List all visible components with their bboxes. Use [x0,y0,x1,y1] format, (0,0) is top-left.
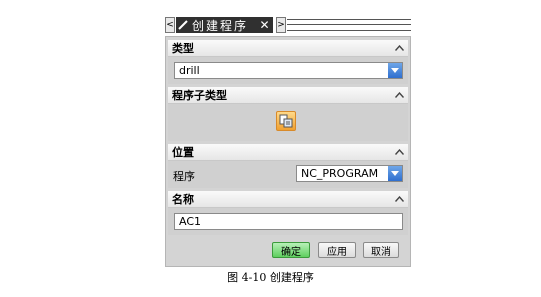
name-section-title: 名称 [172,193,194,206]
name-section-header[interactable]: 名称 [168,191,408,208]
chevron-down-icon[interactable] [388,63,402,78]
titlebar-grip [287,19,411,31]
dialog-button-row: 确定 应用 取消 [166,242,410,258]
ok-button[interactable]: 确定 [272,242,310,258]
type-select-value: drill [179,64,200,77]
program-select-value: NC_PROGRAM [301,167,379,180]
subtype-section-body [168,104,408,141]
location-section-body: 程序 NC_PROGRAM [168,161,408,188]
figure-caption: 图 4-10 创建程序 [227,271,314,284]
program-select[interactable]: NC_PROGRAM [296,165,403,182]
apply-button[interactable]: 应用 [318,242,356,258]
close-icon: ✕ [259,18,270,32]
prev-arrow-icon: < [166,19,174,30]
location-section-title: 位置 [172,146,194,159]
program-label: 程序 [173,170,195,183]
cancel-button[interactable]: 取消 [363,242,399,258]
type-select[interactable]: drill [174,62,403,79]
chevron-up-icon [394,43,405,54]
dialog-titlebar: < 创建程序 ✕ > [165,17,411,33]
name-input-value: AC1 [179,215,202,228]
next-arrow-button[interactable]: > [276,17,286,33]
wrench-icon [176,17,190,33]
next-arrow-icon: > [277,19,285,30]
chevron-up-icon [394,90,405,101]
close-button[interactable]: ✕ [256,17,273,33]
location-section-header[interactable]: 位置 [168,144,408,161]
name-input[interactable]: AC1 [174,213,403,230]
program-subtype-button[interactable] [276,111,296,131]
type-section-header[interactable]: 类型 [168,40,408,57]
subtype-section-header[interactable]: 程序子类型 [168,87,408,104]
program-subtype-icon [279,114,293,128]
chevron-down-icon[interactable] [388,166,402,181]
dialog-title: 创建程序 [192,18,249,33]
chevron-up-icon [394,147,405,158]
chevron-up-icon [394,194,405,205]
create-program-dialog: 类型 drill 程序子类型 位置 程序 NC_PROGRAM 名称 AC1 确… [165,36,411,267]
type-section-body: drill [168,57,408,84]
name-section-body: AC1 [168,208,408,235]
prev-arrow-button[interactable]: < [165,17,175,33]
subtype-section-title: 程序子类型 [172,89,227,102]
type-section-title: 类型 [172,42,194,55]
